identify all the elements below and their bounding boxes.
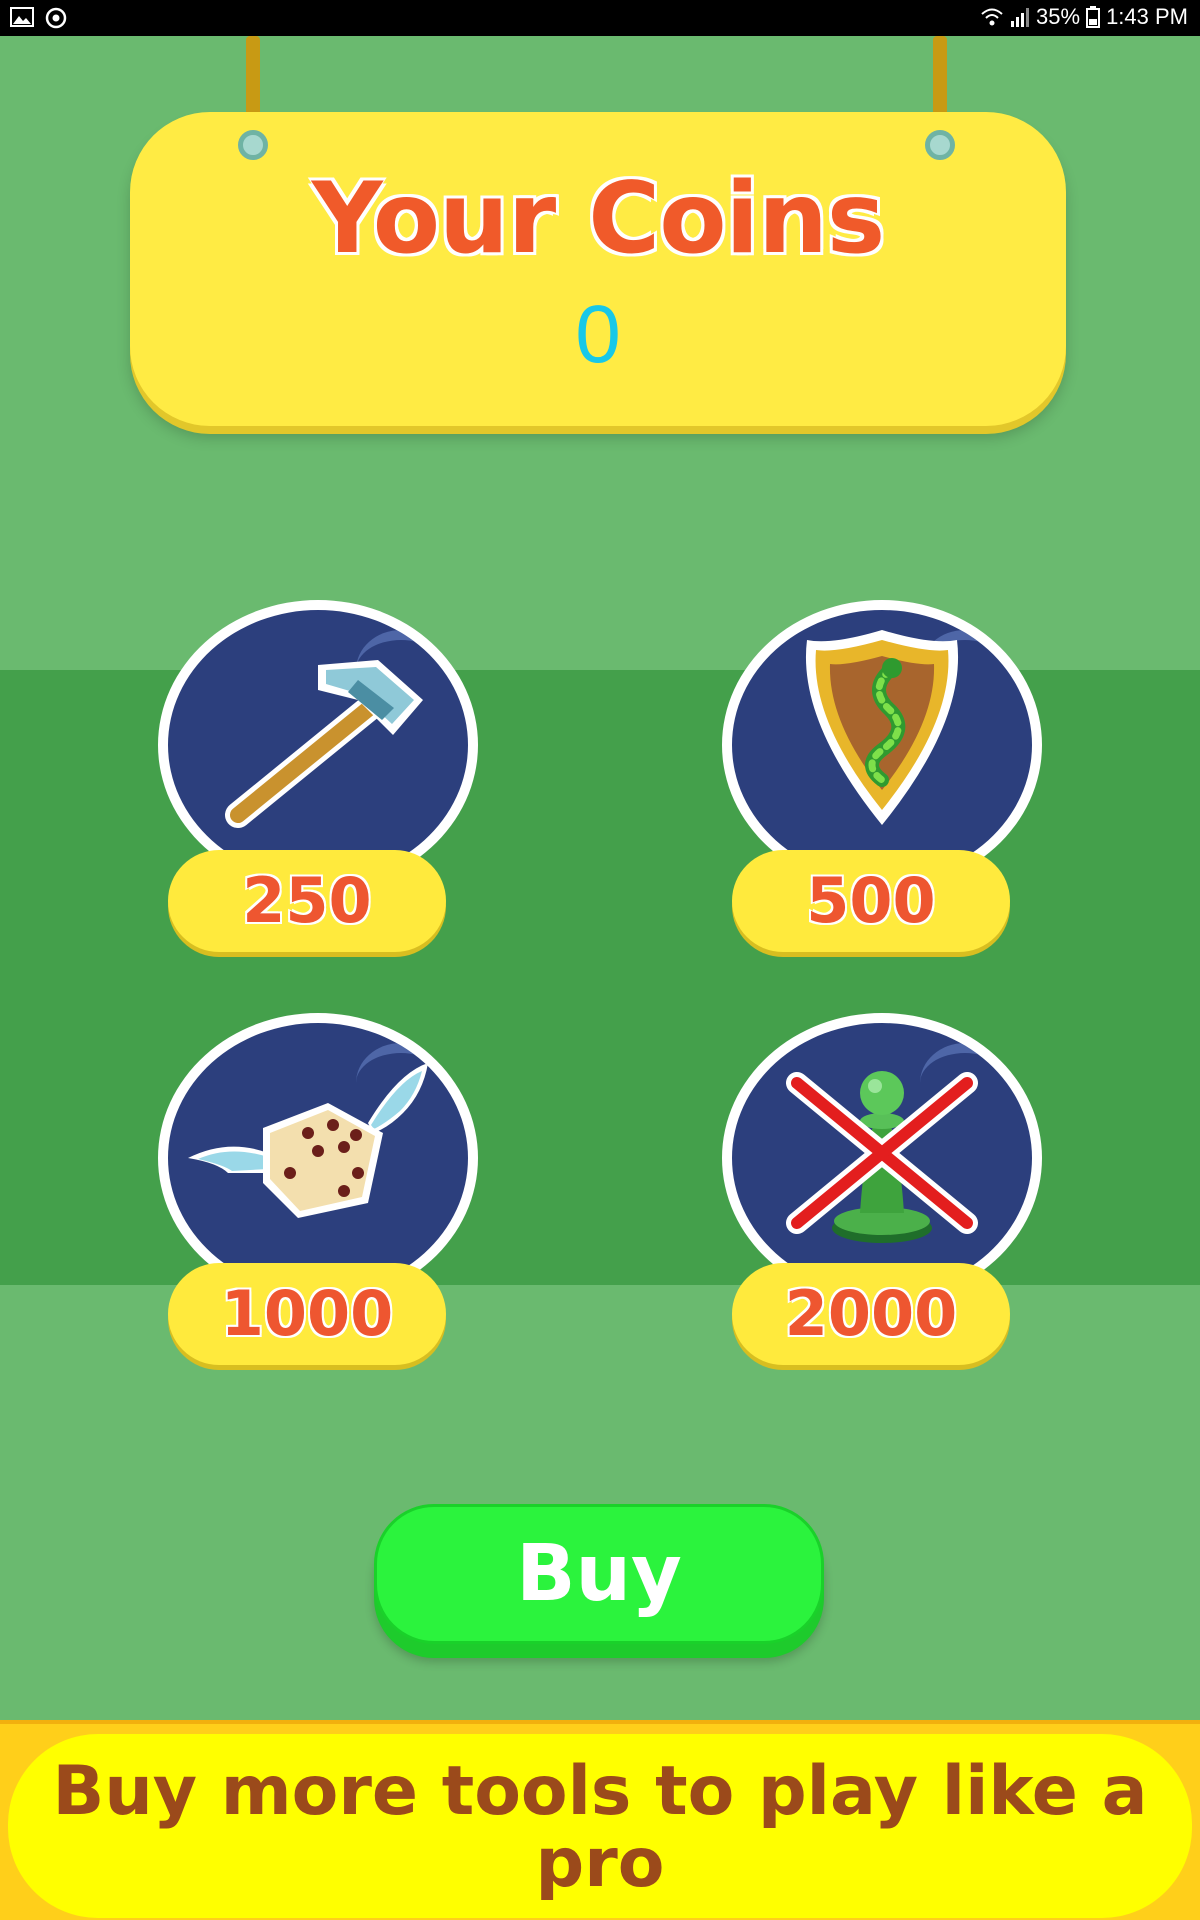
coins-panel: Your Coins 0 bbox=[130, 112, 1066, 426]
wifi-icon bbox=[981, 8, 1003, 26]
price-pill-hammer: 250 bbox=[168, 850, 446, 952]
shop-item-dice[interactable]: 1000 bbox=[148, 1013, 488, 1383]
battery-icon bbox=[1086, 6, 1101, 28]
clock: 1:43 PM bbox=[1106, 4, 1188, 29]
shop-item-shield[interactable]: 500 bbox=[712, 600, 1052, 970]
promo-banner-text: Buy more tools to play like a pro bbox=[52, 1752, 1148, 1903]
shop-item-pawn[interactable]: 2000 bbox=[712, 1013, 1052, 1383]
item-circle-pawn[interactable] bbox=[722, 1013, 1042, 1303]
rope-ring-right bbox=[925, 130, 955, 160]
sync-icon bbox=[45, 7, 67, 29]
winged-dice-icon bbox=[188, 1063, 428, 1218]
price-pill-pawn: 2000 bbox=[732, 1263, 1010, 1365]
promo-banner[interactable]: Buy more tools to play like a pro bbox=[0, 1720, 1200, 1920]
signal-icon bbox=[1011, 8, 1030, 27]
rope-ring-left bbox=[238, 130, 268, 160]
battery-percent: 35% bbox=[1036, 4, 1081, 29]
pawn-cross-icon bbox=[786, 1071, 978, 1243]
image-icon bbox=[10, 7, 34, 27]
status-left-icons bbox=[10, 6, 68, 30]
status-bar: 35% 1:43 PM bbox=[0, 0, 1200, 36]
item-circle-shield[interactable] bbox=[722, 600, 1042, 890]
promo-banner-inner: Buy more tools to play like a pro bbox=[8, 1734, 1192, 1918]
item-circle-dice[interactable] bbox=[158, 1013, 478, 1303]
coins-title: Your Coins bbox=[311, 162, 885, 276]
shop-item-hammer[interactable]: 250 bbox=[148, 600, 488, 970]
item-circle-hammer[interactable] bbox=[158, 600, 478, 890]
status-right: 35% 1:43 PM bbox=[980, 4, 1188, 30]
price-pill-dice: 1000 bbox=[168, 1263, 446, 1365]
buy-button[interactable]: Buy bbox=[374, 1504, 824, 1644]
price-pill-shield: 500 bbox=[732, 850, 1010, 952]
shield-snake-icon bbox=[805, 630, 959, 825]
hammer-icon bbox=[225, 660, 423, 828]
coins-value: 0 bbox=[575, 289, 621, 380]
